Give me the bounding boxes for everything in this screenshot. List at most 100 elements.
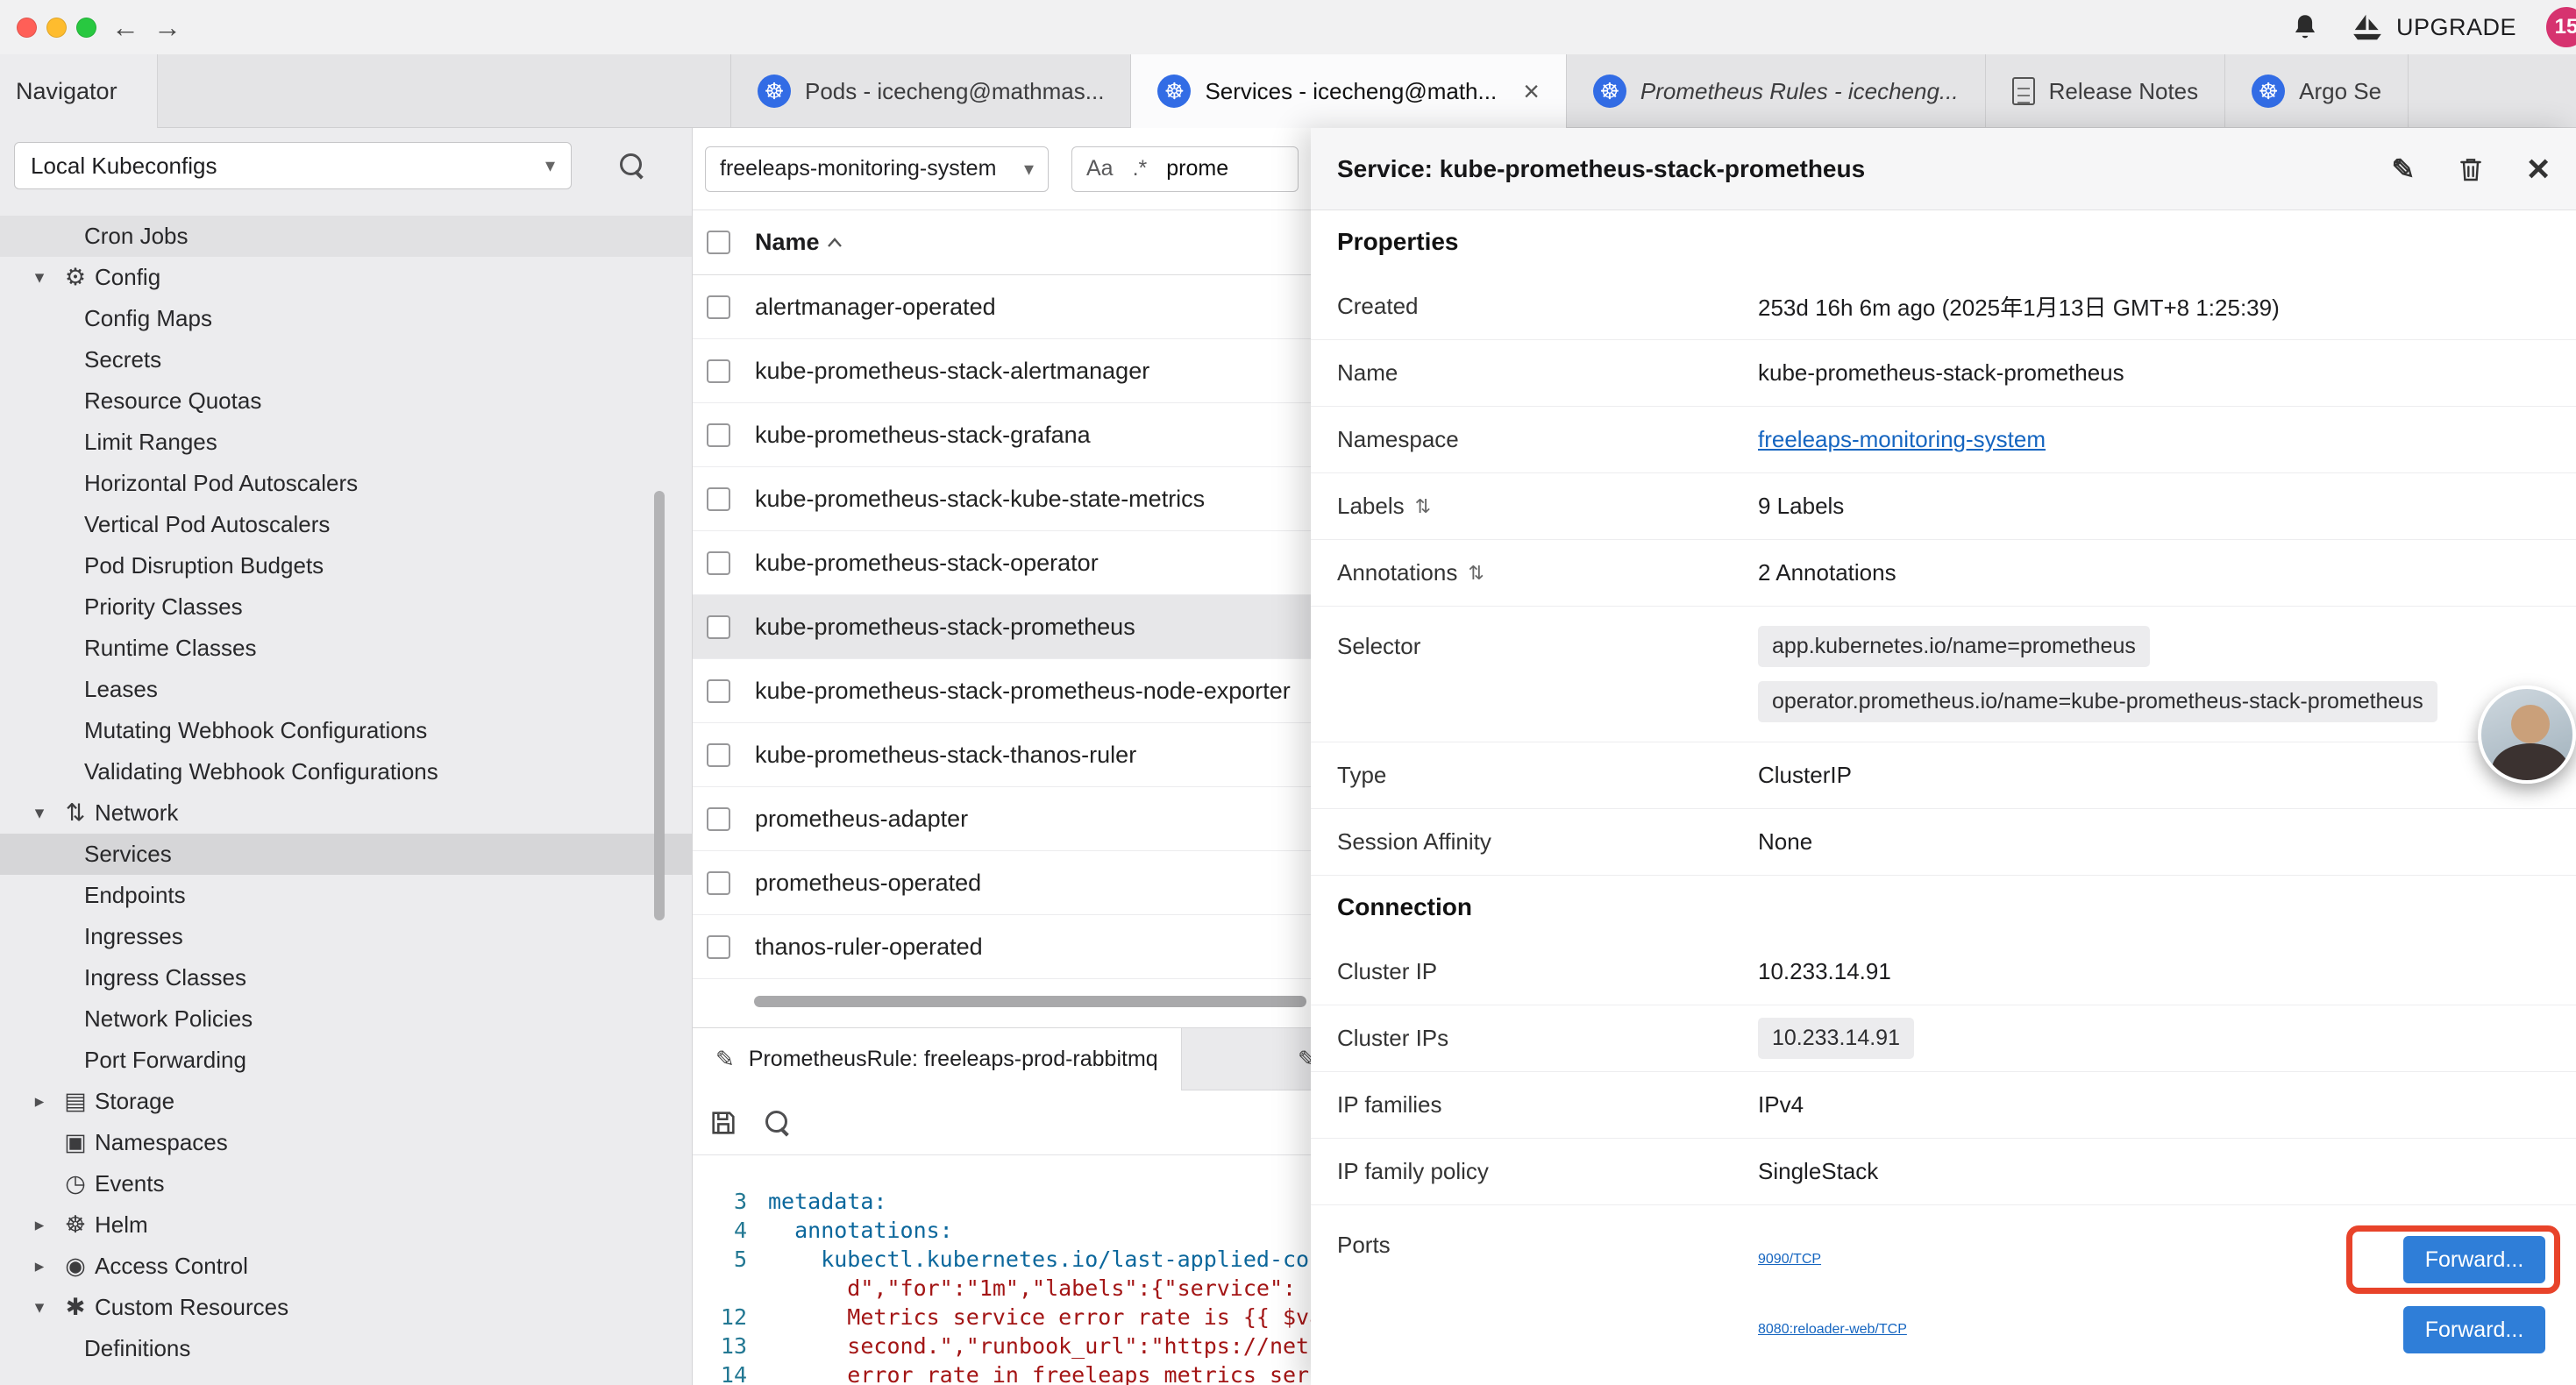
sidebar-item[interactable]: Ingresses <box>0 916 693 957</box>
tab-pods[interactable]: ☸ Pods - icecheng@mathmas... <box>731 54 1131 128</box>
table-row[interactable]: kube-prometheus-stack-alertmanager <box>693 339 1311 403</box>
tab-release-notes[interactable]: Release Notes <box>1986 54 2226 128</box>
ip-families-label: IP families <box>1337 1091 1758 1119</box>
edit-icon[interactable]: ✎ <box>2391 153 2415 186</box>
back-button[interactable]: ← <box>107 7 144 47</box>
table-row[interactable]: prometheus-operated <box>693 851 1311 915</box>
tab-services[interactable]: ☸ Services - icecheng@math... × <box>1131 54 1566 128</box>
sidebar-item[interactable]: Cron Jobs <box>0 216 693 257</box>
sidebar-item[interactable]: Port Forwarding <box>0 1040 693 1081</box>
tab-argo[interactable]: ☸ Argo Se <box>2225 54 2409 128</box>
expand-toggle-icon[interactable]: ⇅ <box>1468 562 1484 585</box>
row-checkbox[interactable] <box>707 615 730 639</box>
cluster-ip-row: Cluster IP 10.233.14.91 <box>1311 939 2576 1005</box>
chevron-icon[interactable]: ▸ <box>23 1255 56 1277</box>
chevron-icon[interactable]: ▾ <box>23 802 56 824</box>
match-case-toggle[interactable]: Aa <box>1086 156 1114 181</box>
port-link[interactable]: 9090/TCP <box>1758 1252 1821 1268</box>
table-row[interactable]: thanos-ruler-operated <box>693 915 1311 979</box>
window-zoom-button[interactable] <box>76 18 96 38</box>
chevron-icon[interactable]: ▸ <box>23 1214 56 1236</box>
row-checkbox[interactable] <box>707 679 730 703</box>
chevron-icon[interactable]: ▾ <box>23 266 56 288</box>
row-checkbox[interactable] <box>707 551 730 575</box>
tab-prometheus-rules[interactable]: ☸ Prometheus Rules - icecheng... <box>1567 54 1986 128</box>
filter-input[interactable]: Aa .* prome <box>1071 146 1299 192</box>
sidebar-item[interactable]: Config Maps <box>0 298 693 339</box>
sidebar-item[interactable]: ▸ ▤ Storage <box>0 1081 693 1122</box>
save-icon[interactable] <box>708 1108 738 1138</box>
sidebar-item[interactable]: ▾ ⚙ Config <box>0 257 693 298</box>
horizontal-scrollbar[interactable] <box>754 996 1306 1007</box>
table-row[interactable]: kube-prometheus-stack-operator <box>693 531 1311 595</box>
row-checkbox[interactable] <box>707 487 730 511</box>
sidebar-item[interactable]: Mutating Webhook Configurations <box>0 710 693 751</box>
upgrade-button[interactable]: UPGRADE <box>2351 13 2516 41</box>
table-row[interactable]: kube-prometheus-stack-kube-state-metrics <box>693 467 1311 531</box>
floating-user-avatar[interactable] <box>2478 685 2576 784</box>
sidebar-item[interactable]: ▾ ⇅ Network <box>0 792 693 834</box>
table-row[interactable]: alertmanager-operated <box>693 275 1311 339</box>
notification-count-badge[interactable]: 15 <box>2546 7 2576 47</box>
sidebar-item[interactable]: Leases <box>0 669 693 710</box>
sidebar-item[interactable]: Pod Disruption Budgets <box>0 545 693 586</box>
editor-tab-prometheusrule[interactable]: ✎ PrometheusRule: freeleaps-prod-rabbitm… <box>693 1028 1182 1090</box>
navigator-panel-tab[interactable]: Navigator <box>0 54 158 128</box>
sidebar-item[interactable]: Endpoints <box>0 875 693 916</box>
expand-toggle-icon[interactable]: ⇅ <box>1415 495 1431 518</box>
table-row[interactable]: kube-prometheus-stack-prometheus-node-ex… <box>693 659 1311 723</box>
row-checkbox[interactable] <box>707 871 730 895</box>
notifications-bell-icon[interactable] <box>2289 11 2321 43</box>
sidebar-item[interactable]: Vertical Pod Autoscalers <box>0 504 693 545</box>
sidebar-item-label: Runtime Classes <box>84 635 257 662</box>
row-checkbox[interactable] <box>707 807 730 831</box>
sidebar-item[interactable]: Ingress Classes <box>0 957 693 998</box>
editor-tab-partial[interactable]: ✎ <box>1277 1028 1311 1090</box>
sidebar-item[interactable]: Priority Classes <box>0 586 693 628</box>
forward-button[interactable]: Forward... <box>2403 1306 2545 1353</box>
window-close-button[interactable] <box>17 18 37 38</box>
sidebar-item[interactable]: Services <box>0 834 693 875</box>
yaml-editor[interactable]: 3 metadata: 4 annotations: 5 kubectl.kub… <box>693 1155 1311 1385</box>
namespace-selector[interactable]: freeleaps-monitoring-system ▾ <box>705 146 1049 192</box>
sidebar-item[interactable]: ▸ ◉ Access Control <box>0 1246 693 1287</box>
kubeconfig-selector[interactable]: Local Kubeconfigs ▾ <box>14 142 572 189</box>
regex-toggle[interactable]: .* <box>1133 156 1148 181</box>
row-checkbox[interactable] <box>707 295 730 319</box>
sidebar-item[interactable]: ▸ ☸ Helm <box>0 1204 693 1246</box>
sidebar-item[interactable]: Runtime Classes <box>0 628 693 669</box>
table-row[interactable]: kube-prometheus-stack-prometheus <box>693 595 1311 659</box>
close-icon[interactable]: × <box>1523 75 1540 108</box>
forward-button[interactable]: → <box>149 7 186 47</box>
table-row[interactable]: prometheus-adapter <box>693 787 1311 851</box>
table-row[interactable]: kube-prometheus-stack-thanos-ruler <box>693 723 1311 787</box>
forward-button[interactable]: Forward... <box>2403 1236 2545 1283</box>
sidebar-scrollbar[interactable] <box>654 491 665 920</box>
row-checkbox[interactable] <box>707 743 730 767</box>
sidebar-search-icon[interactable] <box>619 153 645 179</box>
delete-icon[interactable] <box>2457 154 2485 184</box>
chevron-icon[interactable]: ▸ <box>23 1090 56 1112</box>
editor-search-icon[interactable] <box>765 1110 791 1136</box>
close-icon[interactable]: × <box>2527 150 2550 188</box>
sidebar-item[interactable]: Horizontal Pod Autoscalers <box>0 463 693 504</box>
sidebar-item[interactable]: Definitions <box>0 1328 693 1369</box>
row-checkbox[interactable] <box>707 423 730 447</box>
sidebar-item[interactable]: Secrets <box>0 339 693 380</box>
sidebar-item[interactable]: ▾ ✱ Custom Resources <box>0 1287 693 1328</box>
sidebar-item[interactable]: Limit Ranges <box>0 422 693 463</box>
row-checkbox[interactable] <box>707 935 730 959</box>
name-column-header[interactable]: Name <box>755 229 844 256</box>
sidebar-item[interactable]: ▣ Namespaces <box>0 1122 693 1163</box>
row-checkbox[interactable] <box>707 359 730 383</box>
select-all-checkbox[interactable] <box>707 231 730 254</box>
sidebar-item[interactable]: Validating Webhook Configurations <box>0 751 693 792</box>
namespace-link[interactable]: freeleaps-monitoring-system <box>1758 426 2046 453</box>
port-link[interactable]: 8080:reloader-web/TCP <box>1758 1322 1907 1338</box>
window-minimize-button[interactable] <box>46 18 67 38</box>
sidebar-item[interactable]: Network Policies <box>0 998 693 1040</box>
chevron-icon[interactable]: ▾ <box>23 1296 56 1318</box>
sidebar-item[interactable]: ◷ Events <box>0 1163 693 1204</box>
sidebar-item[interactable]: Resource Quotas <box>0 380 693 422</box>
table-row[interactable]: kube-prometheus-stack-grafana <box>693 403 1311 467</box>
